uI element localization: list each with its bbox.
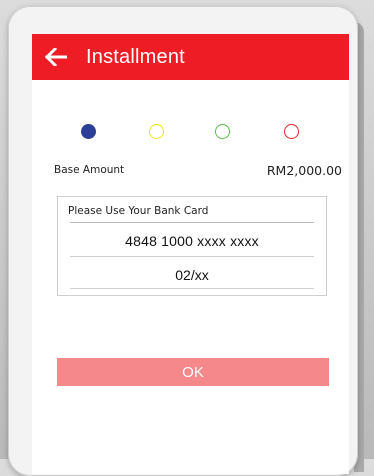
- step-dot-2: [149, 124, 164, 139]
- app-bar: Installment: [32, 34, 349, 80]
- app-screen: Installment Base Amount RM2,000.00 Pleas…: [32, 34, 349, 474]
- step-indicator: [32, 124, 349, 142]
- card-number-field[interactable]: 4848 1000 xxxx xxxx: [58, 233, 326, 249]
- bank-card-form: Please Use Your Bank Card 4848 1000 xxxx…: [57, 196, 327, 296]
- device-edge: [354, 22, 364, 472]
- base-amount-label: Base Amount: [54, 164, 125, 176]
- base-amount-value: RM2,000.00: [266, 162, 342, 178]
- divider: [70, 256, 314, 257]
- back-button[interactable]: [34, 34, 78, 80]
- divider: [70, 288, 314, 289]
- step-dot-1: [81, 124, 96, 139]
- divider: [70, 222, 314, 223]
- step-dot-3: [215, 124, 230, 139]
- card-expiry-field[interactable]: 02/xx: [58, 267, 326, 283]
- base-amount-row: Base Amount RM2,000.00: [54, 162, 342, 178]
- ok-button[interactable]: OK: [57, 358, 329, 386]
- device-frame: Installment Base Amount RM2,000.00 Pleas…: [8, 6, 364, 476]
- card-hint: Please Use Your Bank Card: [68, 205, 209, 217]
- step-dot-4: [284, 124, 299, 139]
- page-title: Installment: [86, 45, 185, 68]
- arrow-left-icon: [45, 48, 67, 66]
